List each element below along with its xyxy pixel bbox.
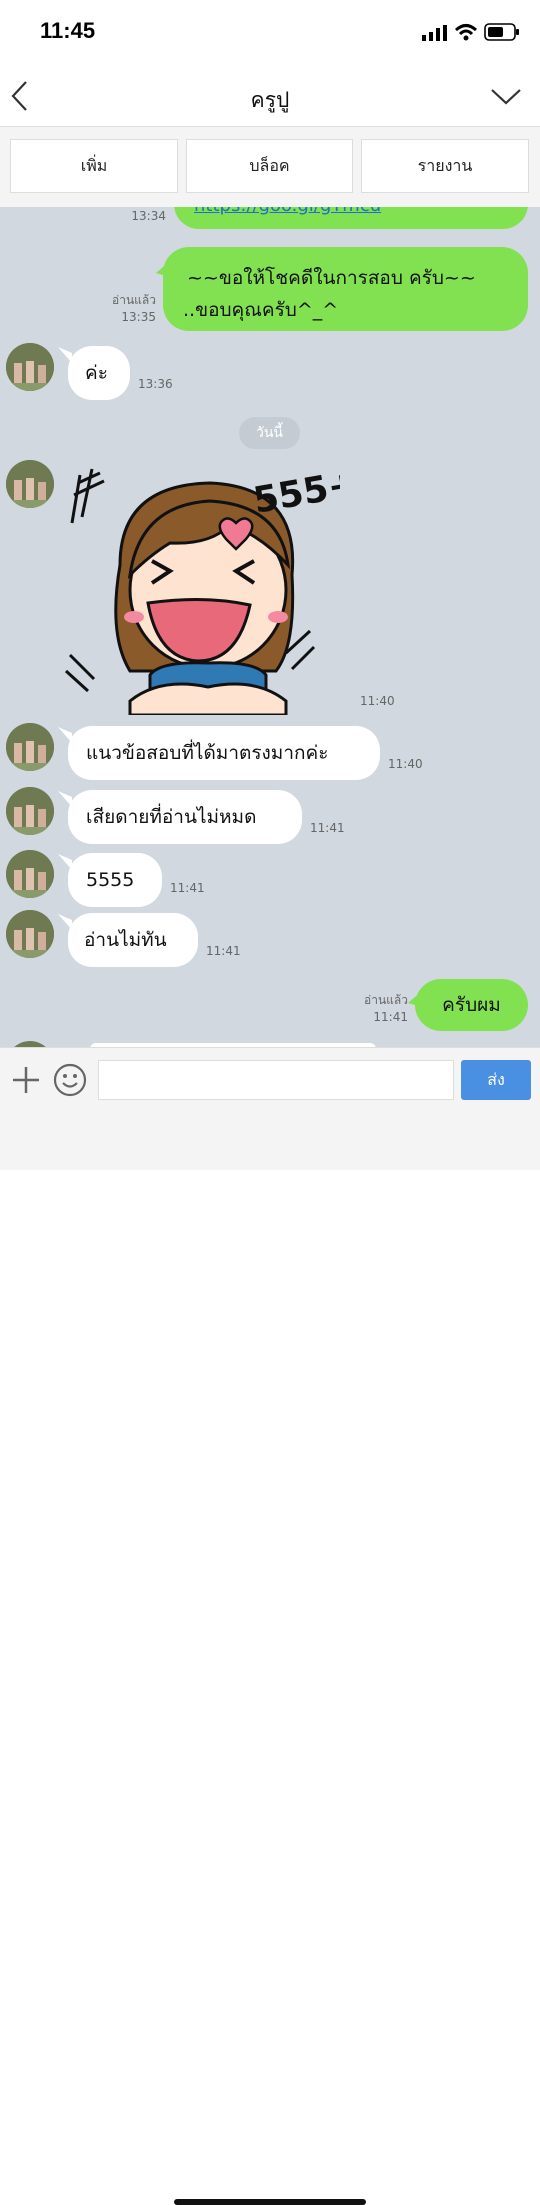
message-input-bar: ส่ง <box>0 1047 540 2205</box>
action-bar: เพิ่ม บล็อค รายงาน <box>0 127 540 207</box>
sticker-laughing-girl[interactable]: 555+ <box>60 465 340 715</box>
avatar[interactable] <box>6 910 54 958</box>
bubble-tail <box>58 854 72 870</box>
add-friend-button[interactable]: เพิ่ม <box>10 139 178 193</box>
message-link[interactable]: https://goo.gl/gYmcu <box>194 207 381 216</box>
message-bubble-outgoing[interactable]: ครับผม <box>415 979 528 1031</box>
emoji-icon[interactable] <box>52 1062 88 1098</box>
message-time: 11:40 <box>360 694 395 708</box>
message-text: 5555 <box>86 869 135 891</box>
message-time: 11:41 <box>170 881 205 895</box>
chat-header: ครูปู <box>0 66 540 127</box>
message-text: ค่ะ <box>85 362 108 384</box>
read-receipt: อ่านแล้ว <box>364 993 408 1007</box>
send-button[interactable]: ส่ง <box>461 1060 531 1100</box>
status-time: 11:45 <box>40 18 96 43</box>
message-bubble-incoming[interactable]: ค่ะ <box>68 346 130 400</box>
message-bubble-incoming[interactable]: แนวข้อสอบที่ได้มาตรงมากค่ะ <box>68 726 380 780</box>
bubble-tail <box>58 791 72 807</box>
message-time: 11:41 <box>206 944 241 958</box>
message-time: 13:36 <box>138 377 173 391</box>
message-bubble-outgoing[interactable]: ~~ขอให้โชคดีในการสอบ ครับ~~ ..ขอบคุณครับ… <box>163 247 528 331</box>
chevron-down-icon[interactable] <box>490 86 522 106</box>
message-time: 13:35 <box>121 310 156 324</box>
chat-title: ครูปู <box>250 88 290 112</box>
avatar[interactable] <box>6 723 54 771</box>
block-button[interactable]: บล็อค <box>186 139 353 193</box>
bubble-tail <box>58 347 72 363</box>
avatar[interactable] <box>6 787 54 835</box>
bubble-tail <box>156 261 170 277</box>
status-bar: 11:45 <box>0 0 540 66</box>
message-text: ครับผม <box>442 994 501 1016</box>
report-button[interactable]: รายงาน <box>361 139 529 193</box>
message-bubble-outgoing[interactable]: https://goo.gl/gYmcu <box>174 207 528 229</box>
date-divider: วันนี้ <box>239 417 300 449</box>
message-bubble-incoming[interactable]: 5555 <box>68 853 162 907</box>
avatar[interactable] <box>6 460 54 508</box>
cellular-signal-icon <box>422 25 447 41</box>
message-time: 13:34 <box>131 209 166 223</box>
bubble-tail <box>58 914 72 930</box>
message-text: ..ขอบคุณครับ^_^ <box>183 299 339 321</box>
message-bubble-incoming[interactable]: เสียดายที่อ่านไม่หมด <box>68 790 302 844</box>
message-bubble-incoming[interactable]: อ่านไม่ทัน <box>68 913 198 967</box>
bubble-tail <box>408 991 422 1007</box>
plus-icon[interactable] <box>10 1064 42 1096</box>
bubble-tail <box>58 727 72 743</box>
message-text: อ่านไม่ทัน <box>84 929 167 951</box>
avatar[interactable] <box>6 850 54 898</box>
message-text: ~~ขอให้โชคดีในการสอบ ครับ~~ <box>187 267 476 289</box>
message-time: 11:40 <box>388 757 423 771</box>
sticker-text: 555+ <box>250 465 340 522</box>
avatar[interactable] <box>6 343 54 391</box>
message-text: แนวข้อสอบที่ได้มาตรงมากค่ะ <box>86 742 329 764</box>
message-time: 11:41 <box>310 821 345 835</box>
home-indicator <box>174 2199 366 2205</box>
message-input[interactable] <box>98 1060 454 1100</box>
chat-area[interactable]: https://goo.gl/gYmcu 13:34 ~~ขอให้โชคดีใ… <box>0 207 540 1047</box>
wifi-icon <box>454 24 478 41</box>
message-text: เสียดายที่อ่านไม่หมด <box>86 806 257 828</box>
read-receipt: อ่านแล้ว <box>112 293 156 307</box>
battery-icon <box>484 23 519 41</box>
message-time: 11:41 <box>373 1010 408 1024</box>
